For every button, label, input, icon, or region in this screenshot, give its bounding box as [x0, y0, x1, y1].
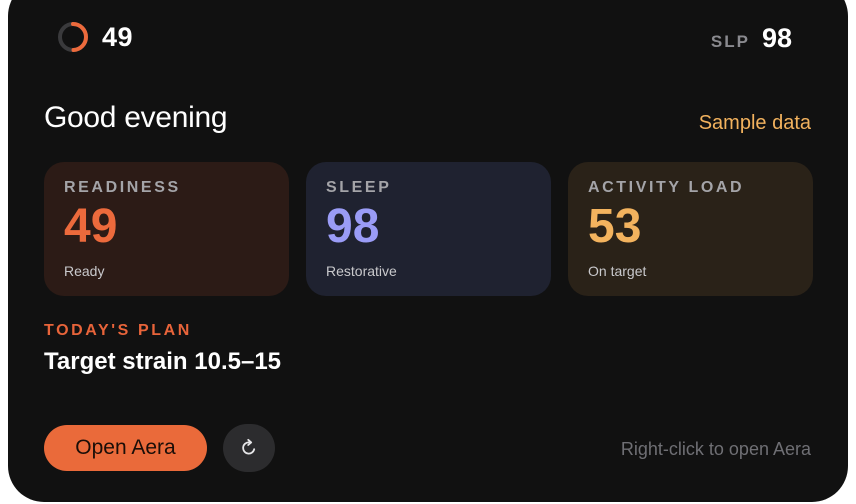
readiness-summary: 49 — [56, 20, 133, 54]
card-label: ACTIVITY LOAD — [588, 179, 745, 196]
open-aera-button[interactable]: Open Aera — [44, 425, 207, 471]
plan-label: TODAY'S PLAN — [44, 322, 192, 339]
card-label: SLEEP — [326, 179, 392, 196]
right-click-hint: Right-click to open Aera — [620, 439, 811, 459]
activity-load-card: ACTIVITY LOAD 53 On target — [568, 162, 813, 296]
aera-widget: 49 SLP 98 Good evening Sample data READI… — [8, 0, 848, 502]
refresh-icon — [242, 438, 256, 455]
slp-value: 98 — [761, 23, 792, 53]
card-status: Restorative — [326, 263, 397, 279]
slp-label: SLP — [710, 32, 750, 51]
card-value: 53 — [588, 200, 642, 253]
card-status: On target — [588, 263, 647, 279]
greeting-title: Good evening — [44, 101, 228, 134]
plan-text: Target strain 10.5–15 — [44, 348, 282, 375]
card-label: READINESS — [64, 179, 181, 196]
readiness-ring-icon — [58, 22, 88, 52]
metric-cards: READINESS 49 Ready SLEEP 98 Restorative … — [44, 162, 813, 296]
card-value: 49 — [64, 200, 118, 253]
sample-data-tag: Sample data — [698, 112, 811, 134]
refresh-button[interactable] — [223, 424, 275, 472]
card-value: 98 — [326, 200, 380, 253]
readiness-score: 49 — [102, 21, 134, 52]
card-status: Ready — [64, 263, 105, 279]
readiness-card: READINESS 49 Ready — [44, 162, 289, 296]
sleep-card: SLEEP 98 Restorative — [306, 162, 551, 296]
sleep-summary: SLP 98 — [711, 23, 792, 54]
